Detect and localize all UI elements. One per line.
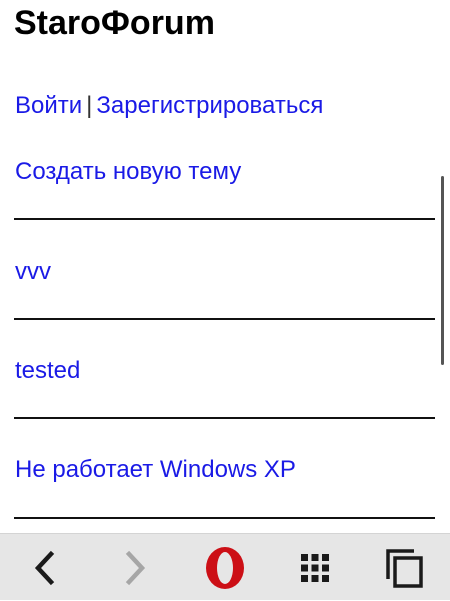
auth-separator: | bbox=[86, 92, 93, 119]
divider bbox=[14, 517, 435, 519]
auth-row: Войти | Зарегистрироваться bbox=[15, 92, 323, 120]
divider bbox=[14, 318, 435, 320]
site-title: StaroФorum bbox=[14, 4, 215, 42]
new-topic-link[interactable]: Создать новую тему bbox=[15, 158, 241, 186]
divider bbox=[14, 417, 435, 419]
topic-link[interactable]: vvv bbox=[15, 258, 51, 286]
tabs-icon bbox=[386, 548, 423, 588]
grid-icon bbox=[301, 553, 329, 582]
topic-link[interactable]: Не работает Windows XP bbox=[15, 456, 296, 484]
back-button[interactable] bbox=[0, 534, 90, 601]
opera-logo-icon bbox=[206, 546, 244, 589]
browser-nav-bar bbox=[0, 533, 450, 600]
login-link[interactable]: Войти bbox=[15, 92, 82, 119]
chevron-right-icon bbox=[125, 550, 146, 585]
chevron-left-icon bbox=[34, 550, 55, 585]
tabs-button[interactable] bbox=[360, 534, 450, 601]
page-viewport: StaroФorum Войти | Зарегистрироваться Созд… bbox=[0, 0, 450, 533]
register-link[interactable]: Зарегистрироваться bbox=[96, 92, 323, 119]
forward-button[interactable] bbox=[90, 534, 180, 601]
topic-link[interactable]: tested bbox=[15, 357, 80, 385]
divider bbox=[14, 218, 435, 220]
speed-dial-button[interactable] bbox=[270, 534, 360, 601]
scrollbar[interactable] bbox=[441, 176, 444, 365]
opera-menu-button[interactable] bbox=[180, 534, 270, 601]
